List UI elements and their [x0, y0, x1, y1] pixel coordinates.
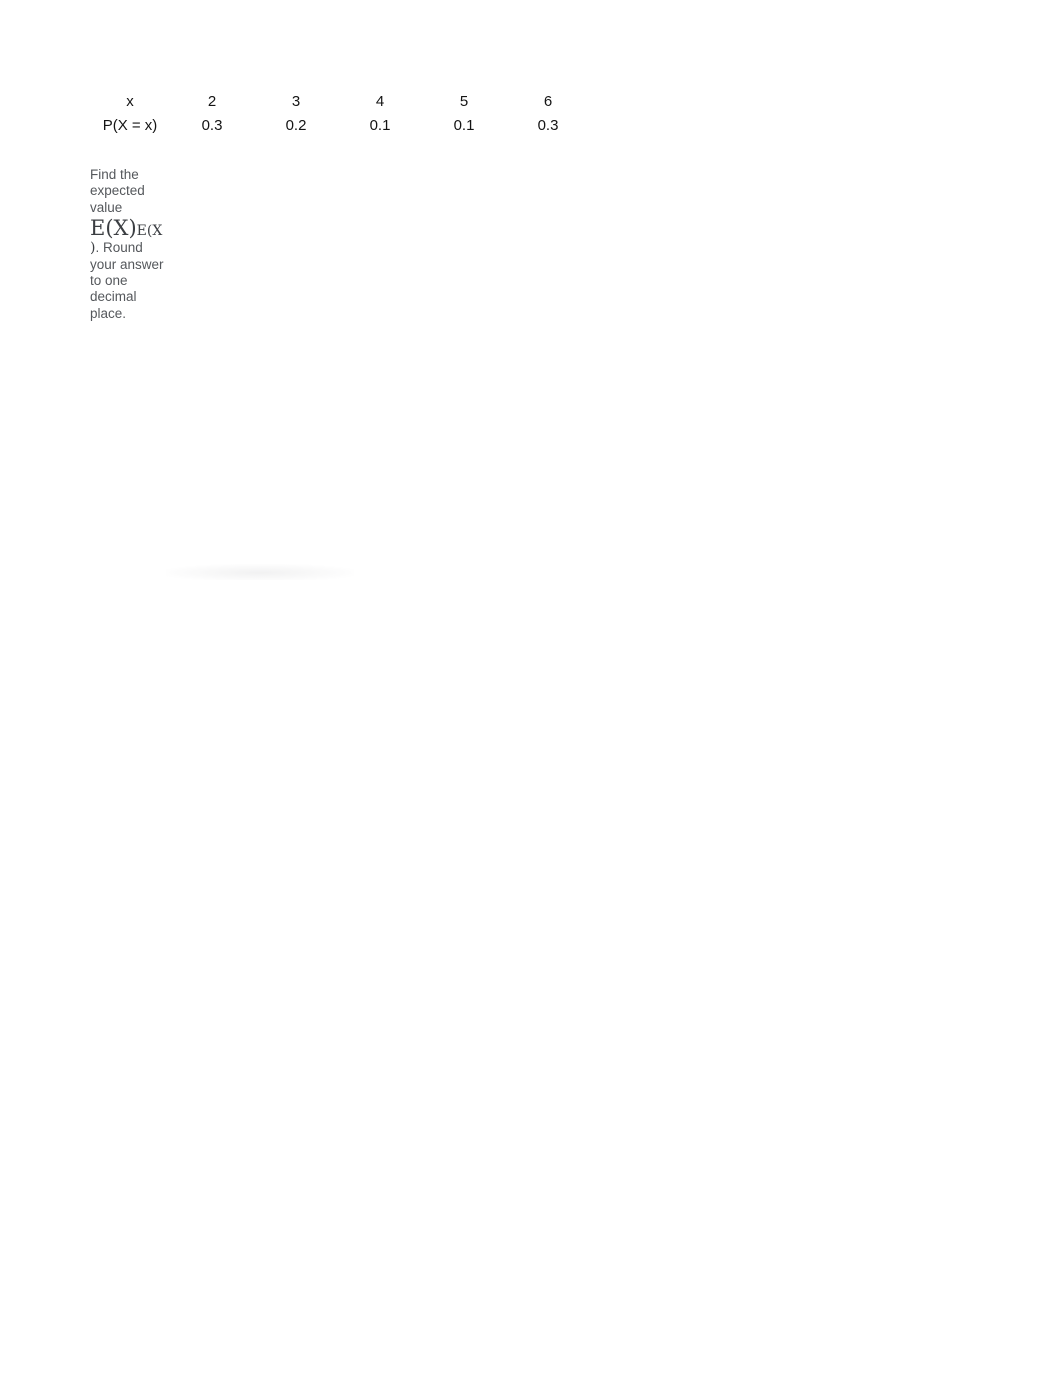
question-prompt: Find the expected value E(X)E(X). Round … — [90, 167, 164, 322]
prompt-lead-text: Find the expected value — [90, 167, 145, 215]
table-row: x 2 3 4 5 6 — [90, 90, 590, 114]
cell-x-2: 3 — [291, 93, 301, 110]
math-expected-value-display: E(X) — [90, 216, 137, 241]
cell-p-1: 0.3 — [201, 117, 223, 134]
row-header-probability: P(X = x) — [102, 117, 158, 134]
probability-distribution-table: x 2 3 4 5 6 P(X = x) 0.3 0.2 0.1 0.1 0.3 — [90, 90, 590, 138]
cell-x-4: 5 — [459, 93, 469, 110]
prompt-trail-text: . Round your answer to one decimal place… — [90, 240, 164, 321]
cell-p-3: 0.1 — [369, 117, 391, 134]
table-body: x 2 3 4 5 6 P(X = x) 0.3 0.2 0.1 0.1 0.3 — [90, 90, 590, 138]
drop-shadow-artifact — [166, 564, 354, 580]
cell-x-5: 6 — [543, 93, 553, 110]
cell-p-4: 0.1 — [453, 117, 475, 134]
page-root: { "page": { "background_color": "#ffffff… — [0, 0, 1062, 1377]
cell-x-1: 2 — [207, 93, 217, 110]
cell-x-3: 4 — [375, 93, 385, 110]
cell-p-5: 0.3 — [537, 117, 559, 134]
cell-p-2: 0.2 — [285, 117, 307, 134]
table-row: P(X = x) 0.3 0.2 0.1 0.1 0.3 — [90, 114, 590, 138]
row-header-x: x — [126, 93, 134, 110]
